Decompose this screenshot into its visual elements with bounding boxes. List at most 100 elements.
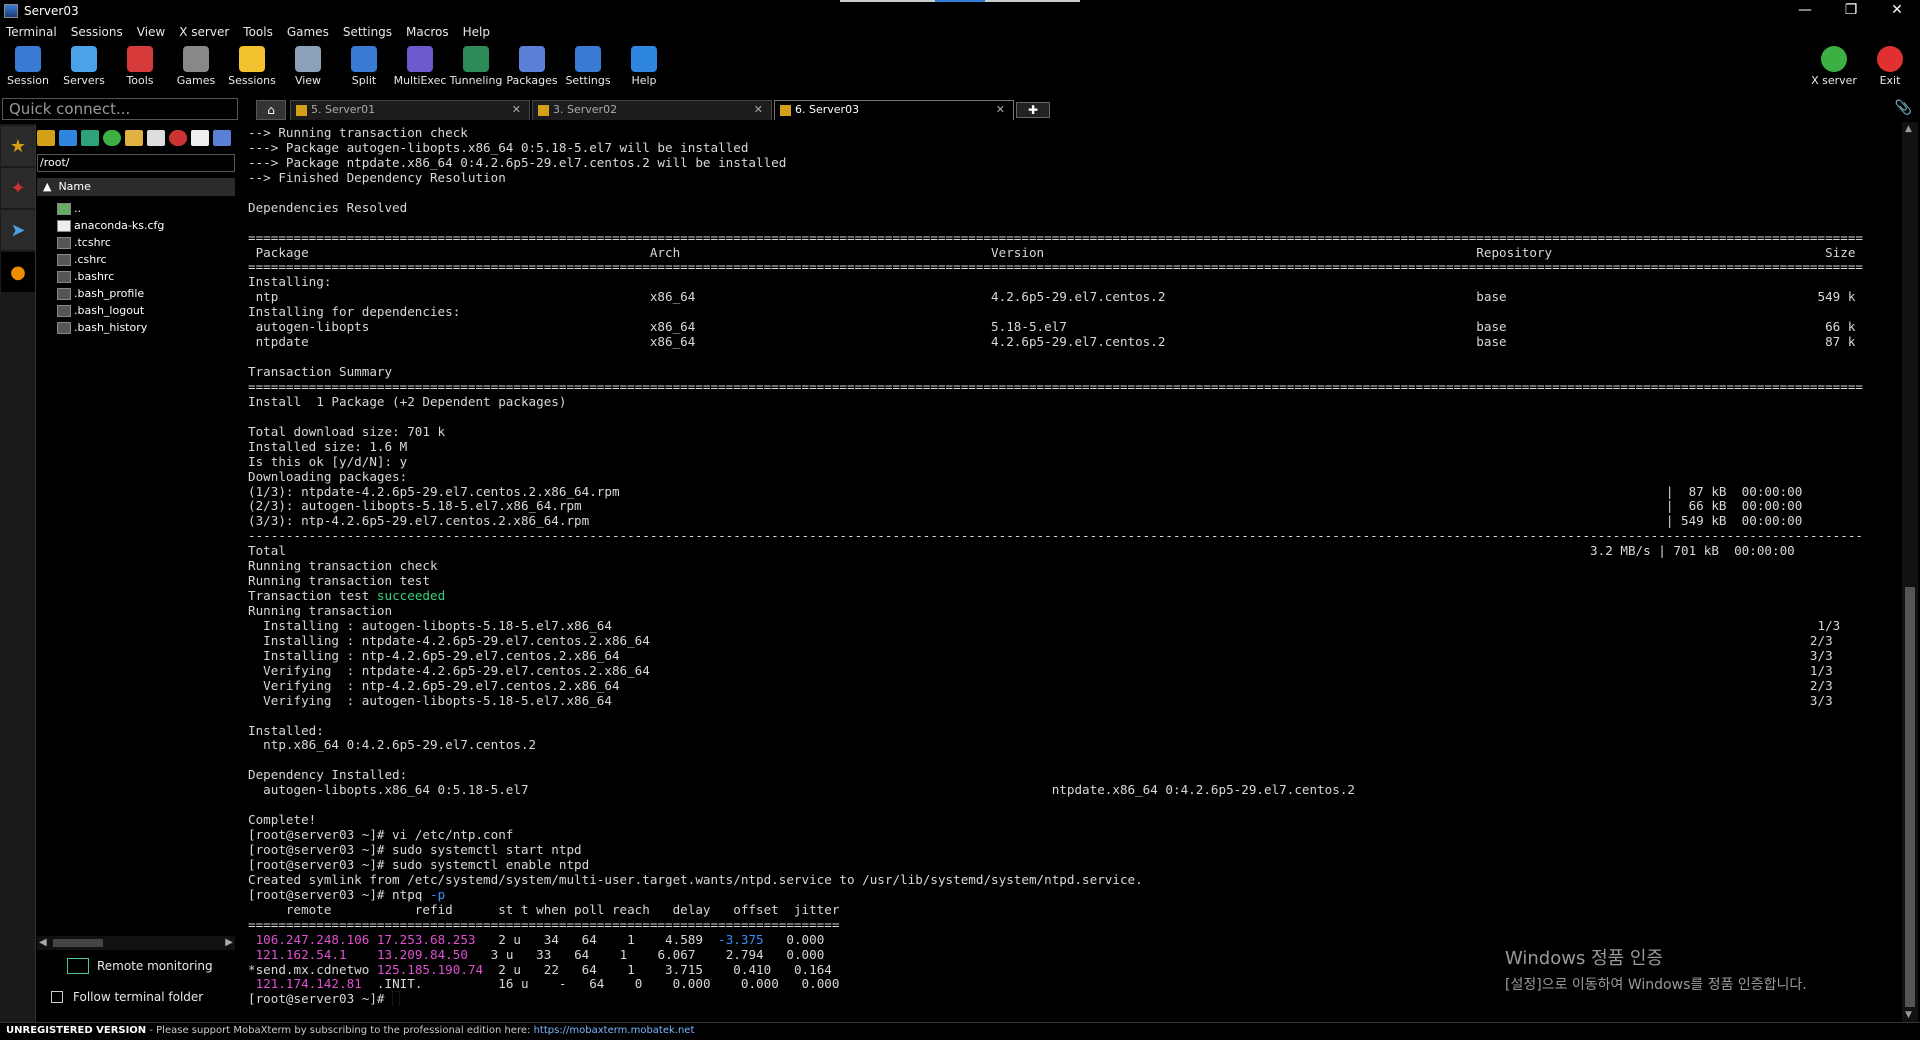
permissions-icon[interactable]: [213, 130, 231, 146]
multiexec-button[interactable]: MultiExec: [392, 44, 448, 90]
table-row: 106.247.248.106 17.253.68.253 2 u 34 64 …: [255, 931, 825, 947]
toolbar-label: View: [294, 74, 322, 87]
close-icon[interactable]: ✕: [512, 101, 521, 119]
file-icon: [57, 253, 71, 266]
split-button[interactable]: Split: [336, 44, 392, 90]
quick-connect-input[interactable]: Quick connect...: [2, 98, 238, 120]
tab-server03[interactable]: 6. Server03 ✕: [774, 100, 1014, 120]
list-item[interactable]: .bash_history: [57, 319, 235, 336]
xserver-icon: [1821, 46, 1847, 72]
view-button[interactable]: View: [280, 44, 336, 90]
x-server-button[interactable]: X server: [1806, 44, 1862, 90]
sessions-star-tab[interactable]: ★: [1, 126, 35, 166]
scroll-left-icon[interactable]: ◀: [39, 937, 47, 948]
toolbar-label: Session: [7, 74, 49, 87]
games-button[interactable]: Games: [168, 44, 224, 90]
remote-monitoring-button[interactable]: Remote monitoring: [67, 958, 213, 974]
close-button[interactable]: ✕: [1874, 0, 1920, 22]
parent-folder-icon: [57, 202, 71, 215]
terminal-view[interactable]: --> Running transaction check ---> Packa…: [240, 122, 1900, 1022]
close-icon[interactable]: ✕: [754, 101, 763, 119]
tunneling-button[interactable]: Tunneling: [448, 44, 504, 90]
list-item[interactable]: .bash_profile: [57, 285, 235, 302]
upload-icon[interactable]: [81, 130, 99, 146]
exit-button[interactable]: Exit: [1862, 44, 1918, 90]
terminal-vertical-scrollbar[interactable]: ▲ ▼: [1902, 122, 1918, 1022]
menu-terminal[interactable]: Terminal: [6, 25, 57, 39]
toolbar-label: Split: [351, 74, 377, 87]
toolbar-label: Settings: [565, 74, 611, 87]
shell-prompt: [root@server03 ~]#: [248, 991, 393, 1007]
menu-help[interactable]: Help: [463, 25, 490, 39]
menu-x-server[interactable]: X server: [179, 25, 229, 39]
menu-games[interactable]: Games: [287, 25, 329, 39]
follow-terminal-folder-checkbox[interactable]: Follow terminal folder: [51, 990, 203, 1004]
list-item[interactable]: .bash_logout: [57, 302, 235, 319]
file-icon: [57, 287, 71, 300]
windows-activation-watermark: Windows 정품 인증 [설정]으로 이동하여 Windows를 정품 인증…: [1505, 944, 1807, 994]
power-icon: [1877, 46, 1903, 72]
terminal-output: --> Running transaction check ---> Packa…: [248, 125, 1863, 1007]
menu-settings[interactable]: Settings: [343, 25, 392, 39]
rename-icon[interactable]: [191, 130, 209, 146]
packages-button[interactable]: Packages: [504, 44, 560, 90]
mobaxterm-app-icon: [4, 4, 18, 18]
scrollbar-thumb[interactable]: [1905, 587, 1915, 1007]
new-tab-button[interactable]: ✚: [1016, 102, 1050, 118]
toolbar-label: Help: [631, 74, 657, 87]
close-icon[interactable]: ✕: [996, 101, 1005, 119]
browser-horizontal-scrollbar[interactable]: ◀ ▶: [37, 936, 235, 950]
list-item[interactable]: .tcshrc: [57, 234, 235, 251]
session-button[interactable]: Session: [0, 44, 56, 90]
follow-terminal-folder-label: Follow terminal folder: [73, 990, 204, 1004]
toolbar-label: X server: [1811, 74, 1857, 87]
list-item[interactable]: ..: [57, 200, 235, 217]
scroll-down-icon[interactable]: ▼: [1905, 1010, 1912, 1020]
name-column-header[interactable]: ▲ Name: [37, 178, 235, 196]
servers-button[interactable]: Servers: [56, 44, 112, 90]
tools-button[interactable]: Tools: [112, 44, 168, 90]
path-field[interactable]: /root/: [37, 154, 235, 172]
minimize-button[interactable]: —: [1782, 0, 1828, 22]
delete-icon[interactable]: [169, 130, 187, 146]
maximize-button[interactable]: ❐: [1828, 0, 1874, 22]
settings-button[interactable]: Settings: [560, 44, 616, 90]
list-item[interactable]: anaconda-ks.cfg: [57, 217, 235, 234]
macros-tab[interactable]: ➤: [1, 210, 35, 250]
watermark-title: Windows 정품 인증: [1505, 948, 1664, 969]
menu-tools[interactable]: Tools: [243, 25, 273, 39]
menu-sessions[interactable]: Sessions: [71, 25, 123, 39]
mobatek-link[interactable]: https://mobaxterm.mobatek.net: [534, 1025, 695, 1036]
menu-macros[interactable]: Macros: [406, 25, 449, 39]
scrollbar-thumb[interactable]: [53, 939, 103, 947]
window-title: Server03: [24, 4, 79, 18]
ssh-icon: [296, 105, 307, 116]
gear-icon: [575, 46, 601, 72]
tools-icon: [127, 46, 153, 72]
new-folder-icon[interactable]: [125, 130, 143, 146]
star-icon: [239, 46, 265, 72]
tab-server01[interactable]: 5. Server01 ✕: [290, 100, 530, 120]
ntpq-flag: -p: [429, 886, 446, 902]
menu-view[interactable]: View: [137, 25, 165, 39]
parent-folder-icon[interactable]: [37, 130, 55, 146]
download-icon[interactable]: [59, 130, 77, 146]
new-file-icon[interactable]: [147, 130, 165, 146]
list-item[interactable]: .cshrc: [57, 251, 235, 268]
terminal-lines-1: --> Running transaction check ---> Packa…: [248, 125, 1863, 604]
list-item[interactable]: .bashrc: [57, 268, 235, 285]
file-icon: [57, 321, 71, 334]
tab-server02[interactable]: 3. Server02 ✕: [532, 100, 772, 120]
sftp-icon: ●: [10, 261, 26, 283]
sessions-button[interactable]: Sessions: [224, 44, 280, 90]
paperclip-icon[interactable]: 📎: [1895, 100, 1912, 116]
tools-tab[interactable]: ✦: [1, 168, 35, 208]
scroll-right-icon[interactable]: ▶: [225, 937, 233, 948]
home-tab[interactable]: ⌂: [256, 100, 286, 120]
toolbar-label: Sessions: [228, 74, 276, 87]
scroll-up-icon[interactable]: ▲: [1905, 124, 1912, 134]
refresh-icon[interactable]: [103, 130, 121, 146]
sftp-tab[interactable]: ●: [1, 252, 35, 292]
help-button[interactable]: Help: [616, 44, 672, 90]
table-row: 121.162.54.1 13.209.84.50 3 u 33 64 1 6.…: [255, 946, 825, 962]
